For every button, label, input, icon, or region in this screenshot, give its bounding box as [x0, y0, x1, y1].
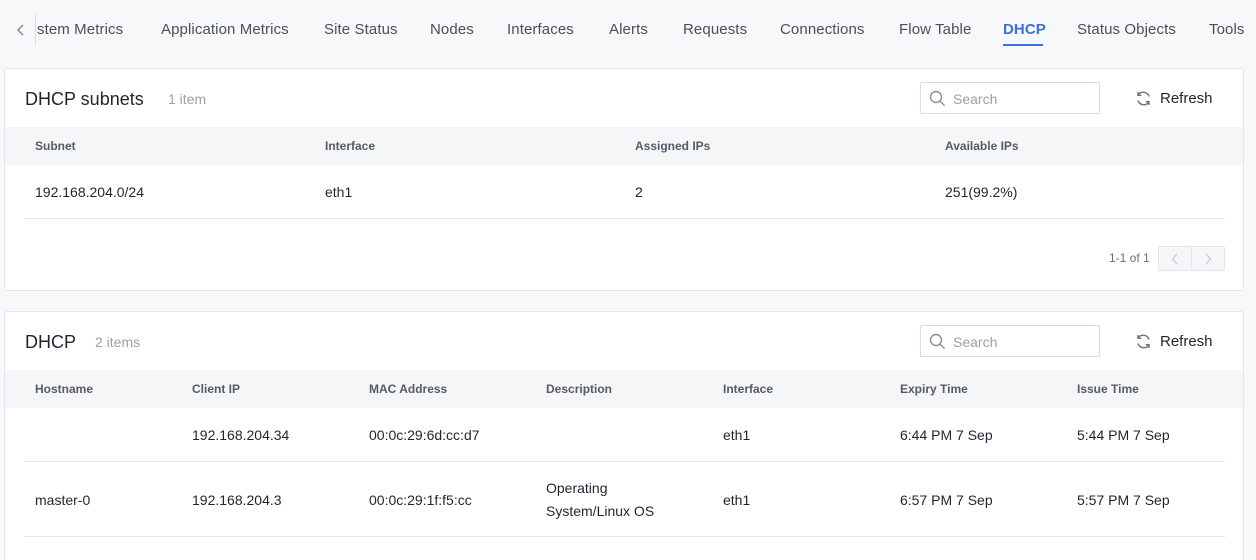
column-header-issue-time[interactable]: Issue Time	[1077, 382, 1139, 396]
cell-hostname: master-0	[35, 492, 91, 508]
cell-expiry-time: 6:44 PM 7 Sep	[900, 427, 993, 443]
cell-mac-address: 00:0c:29:1f:f5:cc	[369, 492, 472, 508]
tab-application-metrics[interactable]: Application Metrics	[161, 21, 289, 38]
column-header-mac-address[interactable]: MAC Address	[369, 382, 447, 396]
cell-client-ip: 192.168.204.3	[192, 492, 282, 508]
cell-expiry-time: 6:57 PM 7 Sep	[900, 492, 993, 508]
tab-status-objects[interactable]: Status Objects	[1077, 21, 1176, 38]
pagination-prev-button[interactable]	[1159, 247, 1191, 270]
pagination-info: 1-1 of 1	[1109, 251, 1150, 265]
dhcp-subnets-refresh-button[interactable]: Refresh	[1135, 86, 1213, 110]
cell-interface: eth1	[325, 184, 353, 200]
tab-tools[interactable]: Tools	[1209, 21, 1245, 38]
dhcp-leases-search-input[interactable]	[953, 332, 1093, 352]
tab-interfaces[interactable]: Interfaces	[507, 21, 574, 38]
column-header-subnet[interactable]: Subnet	[35, 139, 76, 153]
column-header-hostname[interactable]: Hostname	[35, 382, 93, 396]
cell-available-ips: 251(99.2%)	[945, 184, 1018, 200]
tab-bar: stem Metrics Application Metrics Site St…	[0, 0, 1256, 60]
tab-flow-table[interactable]: Flow Table	[899, 21, 971, 38]
dhcp-leases-refresh-button[interactable]: Refresh	[1135, 329, 1213, 353]
tab-site-status[interactable]: Site Status	[324, 21, 398, 38]
column-header-client-ip[interactable]: Client IP	[192, 382, 240, 396]
active-tab-indicator	[1003, 44, 1043, 46]
table-row: master-0 192.168.204.3 00:0c:29:1f:f5:cc…	[5, 462, 1243, 537]
row-divider	[25, 218, 1225, 219]
dhcp-leases-search[interactable]	[920, 325, 1100, 357]
cell-interface: eth1	[723, 427, 751, 443]
column-header-assigned-ips[interactable]: Assigned IPs	[635, 139, 710, 153]
cell-description: Operating System/Linux OS	[546, 480, 655, 519]
tab-requests[interactable]: Requests	[683, 21, 747, 38]
refresh-icon	[1137, 334, 1150, 348]
dhcp-leases-table-header: Hostname Client IP MAC Address Descripti…	[5, 370, 1243, 408]
refresh-label: Refresh	[1160, 332, 1213, 350]
row-divider	[25, 536, 1225, 537]
dhcp-subnets-search-input[interactable]	[953, 89, 1093, 109]
cell-client-ip: 192.168.204.34	[192, 427, 290, 443]
dhcp-leases-count: 2 items	[95, 334, 141, 350]
cell-issue-time: 5:44 PM 7 Sep	[1077, 427, 1170, 443]
cell-subnet: 192.168.204.0/24	[35, 184, 144, 200]
dhcp-subnets-search[interactable]	[920, 82, 1100, 114]
tab-scroll-prev-button[interactable]	[6, 14, 36, 46]
search-icon	[929, 90, 945, 106]
cell-mac-address: 00:0c:29:6d:cc:d7	[369, 427, 480, 443]
cell-issue-time: 5:57 PM 7 Sep	[1077, 492, 1170, 508]
pagination-next-button[interactable]	[1191, 247, 1224, 270]
dhcp-leases-card: DHCP 2 items Refresh Hostname Client IP …	[4, 311, 1244, 560]
dhcp-subnets-title: DHCP subnets	[25, 89, 144, 109]
column-header-interface[interactable]: Interface	[325, 139, 375, 153]
tab-alerts[interactable]: Alerts	[609, 21, 648, 38]
cell-assigned-ips: 2	[635, 184, 643, 200]
chevron-right-icon	[1205, 253, 1212, 264]
dhcp-subnets-count: 1 item	[168, 91, 207, 107]
column-header-description[interactable]: Description	[546, 382, 612, 396]
dhcp-subnets-card: DHCP subnets 1 item Refresh Subnet Inter…	[4, 68, 1244, 291]
tab-system-metrics[interactable]: stem Metrics	[37, 21, 123, 38]
table-row: 192.168.204.0/24 eth1 2 251(99.2%)	[5, 165, 1243, 219]
table-row: 192.168.204.34 00:0c:29:6d:cc:d7 eth1 6:…	[5, 408, 1243, 462]
refresh-icon	[1137, 91, 1150, 105]
chevron-left-icon	[1171, 253, 1178, 264]
dhcp-subnets-table-header: Subnet Interface Assigned IPs Available …	[5, 127, 1243, 165]
refresh-label: Refresh	[1160, 89, 1213, 107]
search-icon	[929, 333, 945, 349]
column-header-expiry-time[interactable]: Expiry Time	[900, 382, 968, 396]
tab-connections[interactable]: Connections	[780, 21, 865, 38]
chevron-left-icon	[16, 24, 24, 36]
tab-dhcp[interactable]: DHCP	[1003, 21, 1046, 38]
pagination	[1158, 246, 1225, 271]
tab-nodes[interactable]: Nodes	[430, 21, 474, 38]
column-header-interface[interactable]: Interface	[723, 382, 773, 396]
cell-interface: eth1	[723, 492, 751, 508]
dhcp-leases-title: DHCP	[25, 332, 77, 352]
column-header-available-ips[interactable]: Available IPs	[945, 139, 1019, 153]
